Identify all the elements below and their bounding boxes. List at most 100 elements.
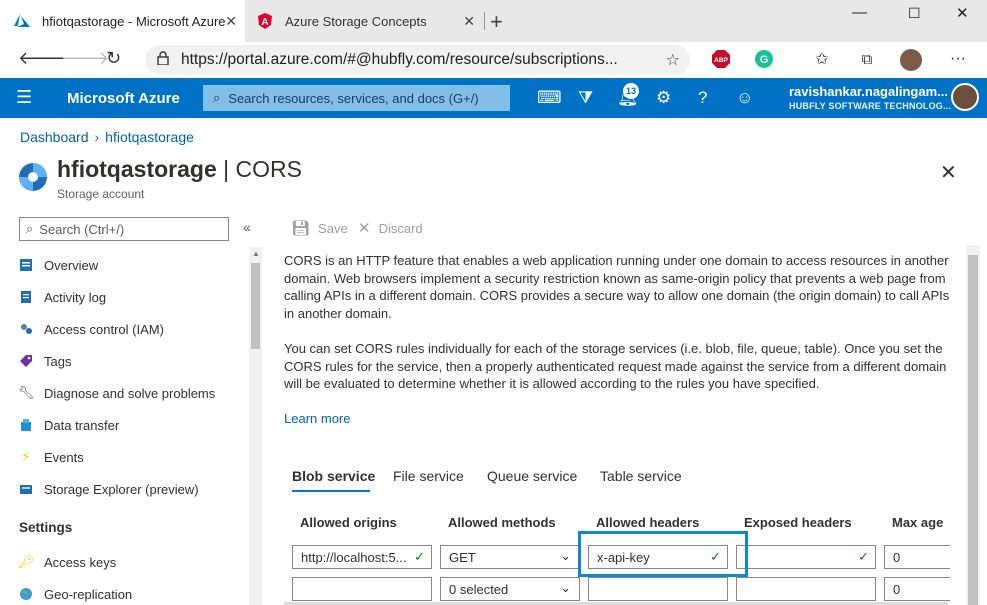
save-button[interactable]: 💾︎ Save [291, 219, 348, 237]
page-title: hfiotqastorage | CORS [57, 156, 302, 183]
forward-icon[interactable]: 🡒 [61, 48, 109, 69]
menu-item-storage-explorer[interactable]: Storage Explorer (preview) [18, 479, 199, 499]
allowed-methods-select[interactable]: GET ⌄ [440, 545, 580, 569]
feedback-smiley-icon[interactable]: ☺ [736, 88, 753, 108]
menu-item-events[interactable]: ⚡︎ Events [18, 447, 83, 467]
svg-text:G: G [760, 54, 769, 66]
more-options-icon[interactable]: ··· [948, 49, 968, 69]
search-icon: ⌕ [213, 90, 221, 105]
svg-text:A: A [261, 17, 268, 28]
menu-search-input[interactable]: ⌕ Search (Ctrl+/) [19, 217, 229, 241]
learn-more-link[interactable]: Learn more [284, 411, 350, 426]
allowed-headers-highlight [578, 531, 748, 577]
menu-item-diagnose[interactable]: 🔧︎ Diagnose and solve problems [17, 383, 216, 403]
allowed-origins-input[interactable] [292, 577, 432, 601]
close-window-icon[interactable]: ✕ [956, 4, 969, 22]
profile-avatar-icon[interactable] [900, 49, 922, 71]
tag-icon [18, 353, 34, 369]
menu-item-data-transfer[interactable]: Data transfer [18, 415, 119, 435]
user-name: ravishankar.nagalingam... [789, 84, 948, 99]
menu-item-label: Geo-replication [44, 586, 133, 602]
iam-icon [18, 321, 34, 337]
allowed-headers-input[interactable] [588, 577, 728, 601]
settings-section-header: Settings [19, 520, 73, 535]
svg-text:ABP: ABP [714, 57, 728, 64]
menu-item-label: Data transfer [44, 417, 120, 433]
notification-count-badge: 13 [623, 83, 639, 99]
menu-item-tags[interactable]: Tags [18, 351, 71, 371]
save-label: Save [318, 220, 348, 236]
cloud-shell-icon[interactable]: ⌨ [537, 88, 562, 108]
minimize-icon[interactable]: — [852, 4, 867, 21]
menu-item-label: Storage Explorer (preview) [44, 481, 199, 497]
exposed-headers-input[interactable] [736, 577, 876, 601]
user-org: HUBFLY SOFTWARE TECHNOLOG... [789, 101, 952, 111]
cors-description: CORS is an HTTP feature that enables a w… [284, 253, 950, 321]
favorite-star-icon[interactable]: ☆ [666, 50, 680, 70]
menu-scrollbar-thumb[interactable] [251, 263, 260, 349]
angular-favicon-icon: A [257, 13, 273, 29]
content-scrollbar[interactable] [966, 245, 980, 605]
column-header-allowed-methods: Allowed methods [448, 515, 556, 530]
tab-blob-service[interactable]: Blob service [292, 468, 375, 484]
menu-search-placeholder: Search (Ctrl+/) [39, 221, 125, 237]
grammarly-icon[interactable]: G [754, 49, 774, 69]
adblock-plus-icon[interactable]: ABP [711, 49, 731, 69]
valid-check-icon: ✓ [414, 549, 425, 564]
tab-queue-service[interactable]: Queue service [487, 468, 577, 484]
breadcrumb-chevron-icon: › [94, 129, 100, 145]
menu-item-label: Tags [44, 353, 72, 369]
key-icon: 🔑︎ [17, 554, 35, 569]
menu-scrollbar[interactable]: ▲ [249, 247, 262, 605]
menu-item-access-keys[interactable]: 🔑︎ Access keys [17, 552, 117, 572]
close-tab-icon[interactable]: ✕ [225, 13, 237, 30]
help-icon[interactable]: ? [698, 88, 707, 108]
new-tab-icon[interactable]: + [490, 9, 503, 35]
directory-filter-icon[interactable]: ⧩ [578, 88, 593, 108]
tab-title: hfiotqastorage - Microsoft Azure [42, 13, 226, 29]
discard-icon: ✕ [358, 220, 371, 237]
title-separator: | [223, 156, 230, 182]
search-icon: ⌕ [26, 221, 34, 236]
allowed-methods-value: 0 selected [449, 581, 509, 597]
browser-tab-storage-concepts[interactable]: A Azure Storage Concepts ✕ [247, 0, 483, 42]
column-header-max-age: Max age [892, 515, 944, 530]
max-age-input[interactable]: 0 [884, 577, 950, 601]
menu-item-label: Activity log [44, 289, 107, 305]
breadcrumb-storage[interactable]: hfiotqastorage [105, 129, 194, 145]
content-scrollbar-thumb[interactable] [968, 255, 978, 605]
discard-button[interactable]: ✕ Discard [358, 219, 423, 237]
favorites-list-icon[interactable]: ✩ [812, 49, 832, 69]
wrench-icon: 🔧︎ [17, 385, 35, 400]
refresh-icon[interactable]: ↻ [106, 48, 121, 69]
hamburger-menu-icon[interactable]: ☰ [16, 87, 32, 108]
collections-icon[interactable]: ⧉ [857, 49, 877, 69]
maximize-icon[interactable]: ☐ [908, 5, 921, 22]
scroll-up-arrow-icon[interactable]: ▲ [252, 249, 260, 258]
active-tab-indicator [292, 490, 370, 492]
breadcrumb-dashboard[interactable]: Dashboard [20, 129, 89, 145]
account-info[interactable]: ravishankar.nagalingam... HUBFLY SOFTWAR… [789, 84, 951, 111]
close-tab-icon[interactable]: ✕ [463, 13, 475, 30]
menu-item-access-control[interactable]: Access control (IAM) [18, 319, 164, 339]
collapse-menu-icon[interactable]: « [243, 219, 251, 235]
max-age-input[interactable]: 0 [884, 545, 950, 569]
close-blade-icon[interactable]: ✕ [940, 160, 957, 185]
browser-tab-azure[interactable]: hfiotqastorage - Microsoft Azure ✕ [0, 0, 245, 42]
exposed-headers-input[interactable]: ✓ [736, 545, 876, 569]
tab-table-service[interactable]: Table service [600, 468, 682, 484]
back-icon[interactable]: 🡐 [18, 48, 66, 69]
menu-item-activity-log[interactable]: Activity log [18, 287, 106, 307]
menu-item-geo-replication[interactable]: Geo-replication [18, 584, 132, 604]
allowed-methods-value: GET [449, 549, 476, 565]
allowed-methods-select[interactable]: 0 selected ⌄ [440, 577, 580, 601]
tab-file-service[interactable]: File service [393, 468, 464, 484]
data-transfer-icon [18, 417, 34, 433]
url-input[interactable]: https://portal.azure.com/#@hubfly.com/re… [145, 45, 690, 75]
global-search-input[interactable]: ⌕ Search resources, services, and docs (… [203, 85, 510, 111]
menu-item-overview[interactable]: Overview [18, 255, 98, 275]
allowed-origins-input[interactable]: http://localhost:5... ✓ [292, 545, 432, 569]
user-avatar[interactable] [951, 83, 979, 111]
settings-gear-icon[interactable]: ⚙ [656, 88, 671, 108]
azure-brand[interactable]: Microsoft Azure [67, 90, 180, 107]
